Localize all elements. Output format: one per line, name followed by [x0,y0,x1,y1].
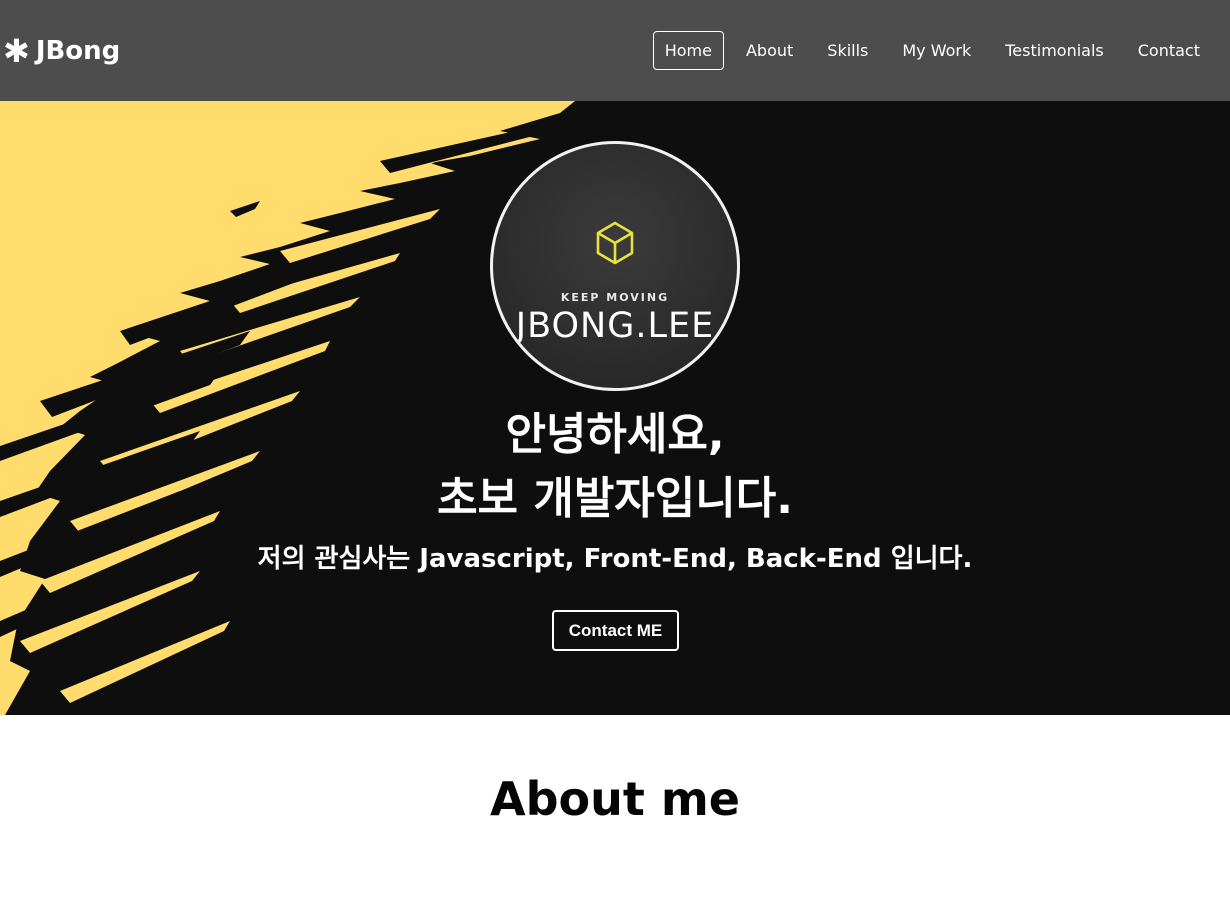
profile-name: JBONG.LEE [515,306,715,346]
navbar: ✱ JBong Home About Skills My Work Testim… [0,0,1230,101]
hero-title: 안녕하세요, 초보 개발자입니다. [0,403,1230,531]
nav-item-about[interactable]: About [734,31,805,70]
nav-item-testimonials[interactable]: Testimonials [993,31,1116,70]
nav-item-my-work[interactable]: My Work [890,31,983,70]
cube-icon [596,221,634,265]
nav-item-home[interactable]: Home [652,31,724,70]
asterisk-icon: ✱ [3,31,30,70]
contact-me-button[interactable]: Contact ME [552,610,679,651]
hero-subtitle: 저의 관심사는 Javascript, Front-End, Back-End … [257,544,973,574]
profile-image: KEEP MOVING JBONG.LEE [490,141,740,391]
hero-section: KEEP MOVING JBONG.LEE 안녕하세요, 초보 개발자입니다. … [0,101,1230,715]
nav-item-skills[interactable]: Skills [815,31,880,70]
brand-name: JBong [35,35,121,66]
brand-logo[interactable]: ✱ JBong [3,35,120,67]
hero-title-line1: 안녕하세요, [505,409,725,460]
about-section-title: About me [489,772,740,826]
profile-tagline: KEEP MOVING [560,291,670,304]
hero-title-line2: 초보 개발자입니다. [437,473,793,524]
nav-item-contact[interactable]: Contact [1126,31,1212,70]
nav-menu: Home About Skills My Work Testimonials C… [643,31,1212,70]
